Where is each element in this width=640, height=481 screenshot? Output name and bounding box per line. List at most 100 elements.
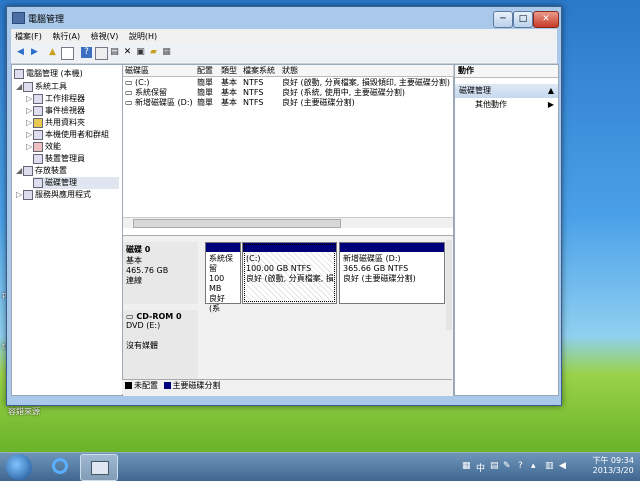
- menu-file[interactable]: 檔案(F): [11, 29, 46, 44]
- keyboard-icon[interactable]: ▤: [490, 461, 499, 471]
- volume-list: 磁碟區 配置 類型 檔案系統 狀態 ▭ (C:) 簡單 基本 NTFS 良好 (…: [123, 65, 454, 217]
- clock[interactable]: 下午 09:34 2013/3/20: [592, 456, 634, 476]
- close-button[interactable]: ✕: [533, 11, 559, 28]
- start-button[interactable]: [6, 454, 32, 480]
- drive-icon: ▭: [125, 78, 133, 87]
- open-icon[interactable]: ▣: [135, 47, 146, 58]
- vertical-scrollbar[interactable]: [446, 240, 452, 330]
- maximize-button[interactable]: □: [513, 11, 533, 28]
- help-tray-icon[interactable]: ?: [518, 461, 523, 471]
- tree-item-local-users[interactable]: ▷ 本機使用者和群組: [26, 129, 109, 141]
- action-more-actions[interactable]: 其他動作 ▶: [455, 98, 558, 112]
- disk-management-pane: 磁碟區 配置 類型 檔案系統 狀態 ▭ (C:) 簡單 基本 NTFS 良好 (…: [122, 64, 454, 396]
- computer-icon: [14, 68, 24, 79]
- horizontal-scrollbar[interactable]: [123, 217, 453, 228]
- tree-item-task-scheduler[interactable]: ▷ 工作排程器: [26, 93, 85, 105]
- tree-item-event-viewer[interactable]: ▷ 事件檢視器: [26, 105, 85, 117]
- folder-icon: [33, 117, 43, 128]
- cdrom-0-status: 沒有媒體: [126, 341, 158, 350]
- partition-c[interactable]: (C:) 100.00 GB NTFS 良好 (啟動, 分頁檔案, 損: [242, 242, 337, 304]
- tree-item-shared-folders[interactable]: ▷ 共用資料夾: [26, 117, 85, 129]
- partition-system-reserved[interactable]: 系統保留 100 MB 良好 (系: [205, 242, 241, 313]
- cdrom-0-type: DVD (E:): [126, 321, 161, 330]
- device-manager-icon: [33, 153, 43, 164]
- column-header-volume[interactable]: 磁碟區: [123, 65, 196, 77]
- menu-view[interactable]: 檢視(V): [87, 29, 123, 44]
- properties-icon[interactable]: [95, 47, 108, 60]
- window-title: 電腦管理: [28, 15, 65, 25]
- users-icon: [33, 129, 43, 140]
- disk-graphical-view: 磁碟 0 基本 465.76 GB 連線 系統保留 100 MB 良好 (系 (…: [123, 235, 453, 396]
- partition-d[interactable]: 新增磁碟區 (D:) 365.66 GB NTFS 良好 (主要磁碟分割): [339, 242, 445, 304]
- actions-section-disk-management[interactable]: 磁碟管理 ▲: [455, 84, 558, 98]
- title-bar[interactable]: 電腦管理 ─ □ ✕: [7, 7, 561, 29]
- expand-arrow-icon[interactable]: ▷: [26, 142, 33, 151]
- legend-unallocated: 未配置: [134, 381, 158, 390]
- ime-indicator[interactable]: 中: [476, 461, 485, 474]
- tree-item-storage[interactable]: ◢ 存放裝置: [16, 165, 67, 177]
- legend: 未配置 主要磁碟分割: [122, 379, 452, 394]
- export-icon[interactable]: ▰: [148, 47, 159, 58]
- expand-arrow-icon[interactable]: ▷: [26, 94, 33, 103]
- help-icon[interactable]: ?: [81, 47, 92, 58]
- table-row[interactable]: ▭ 新增磁碟區 (D:) 簡單 基本 NTFS 良好 (主要磁碟分割): [123, 98, 453, 108]
- minimize-button[interactable]: ─: [493, 11, 513, 28]
- drive-icon: ▭: [125, 88, 133, 97]
- primary-partition-bar: [206, 243, 240, 252]
- computer-management-taskbar-icon[interactable]: [80, 454, 118, 481]
- desktop-label: 容錯來源: [8, 407, 40, 416]
- volume-icon[interactable]: ◀: [559, 461, 566, 471]
- tree-item-device-manager[interactable]: 裝置管理員: [33, 153, 85, 165]
- legend-swatch-unallocated: [125, 382, 132, 389]
- disk-0-status: 連線: [126, 276, 142, 285]
- language-icon[interactable]: ▦: [462, 461, 471, 471]
- connect-icon[interactable]: ▤: [109, 47, 120, 58]
- ime-settings-icon[interactable]: ✎: [503, 461, 511, 471]
- collapse-up-icon[interactable]: ▲: [548, 84, 554, 98]
- network-icon[interactable]: ▥: [545, 461, 554, 471]
- tools-icon: [23, 81, 33, 92]
- event-viewer-icon: [33, 105, 43, 116]
- column-header-status[interactable]: 狀態: [280, 65, 454, 77]
- table-row[interactable]: ▭ (C:) 簡單 基本 NTFS 良好 (啟動, 分頁檔案, 損毀傾印, 主要…: [123, 78, 453, 88]
- forward-icon[interactable]: ▶: [29, 47, 40, 58]
- column-header-type[interactable]: 類型: [219, 65, 242, 77]
- show-hide-tree-icon[interactable]: [61, 47, 74, 60]
- submenu-arrow-icon: ▶: [547, 100, 554, 109]
- delete-icon[interactable]: ✕: [122, 47, 133, 58]
- settings-icon[interactable]: ▦: [161, 47, 172, 58]
- computer-management-window: 電腦管理 ─ □ ✕ 檔案(F) 執行(A) 檢視(V) 說明(H) ◀ ▶ ▲…: [6, 6, 562, 406]
- clock-time: 下午 09:34: [592, 456, 634, 465]
- internet-explorer-icon[interactable]: [42, 454, 78, 479]
- scrollbar-thumb[interactable]: [133, 219, 341, 228]
- menu-help[interactable]: 說明(H): [125, 29, 161, 44]
- expand-arrow-icon[interactable]: ▷: [26, 118, 33, 127]
- tree-item-disk-management[interactable]: 磁碟管理: [33, 177, 119, 189]
- disk-management-icon: [33, 177, 43, 188]
- disk-0-info[interactable]: 磁碟 0 基本 465.76 GB 連線: [123, 242, 198, 304]
- table-row[interactable]: ▭ 系統保留 簡單 基本 NTFS 良好 (系統, 使用中, 主要磁碟分割): [123, 88, 453, 98]
- cdrom-icon: ▭: [126, 312, 137, 321]
- collapse-arrow-icon[interactable]: ◢: [16, 166, 23, 175]
- tree-item-system-tools[interactable]: ◢ 系統工具: [16, 81, 67, 93]
- back-icon[interactable]: ◀: [15, 47, 26, 58]
- tree-item-services-apps[interactable]: ▷ 服務與應用程式: [16, 189, 91, 201]
- tree-item-computer-management[interactable]: 電腦管理 (本機): [14, 68, 83, 80]
- column-header-filesystem[interactable]: 檔案系統: [241, 65, 281, 77]
- up-icon[interactable]: ▲: [47, 47, 58, 58]
- services-icon: [23, 189, 33, 200]
- disk-0-type: 基本: [126, 256, 142, 265]
- column-header-layout[interactable]: 配置: [195, 65, 220, 77]
- expand-arrow-icon[interactable]: ▷: [16, 190, 23, 199]
- collapse-arrow-icon[interactable]: ◢: [16, 82, 23, 91]
- navigation-tree: 電腦管理 (本機) ◢ 系統工具 ▷ 工作排程器 ▷ 事件檢視器 ▷ 共用資料夾 ▷ 本機…: [11, 64, 123, 396]
- legend-primary: 主要磁碟分割: [172, 381, 221, 390]
- cdrom-0-name: CD-ROM 0: [136, 312, 182, 321]
- expand-arrow-icon[interactable]: ▷: [26, 106, 33, 115]
- disk-0-name: 磁碟 0: [126, 245, 151, 254]
- tree-item-performance[interactable]: ▷ 效能: [26, 141, 61, 153]
- cdrom-0-info[interactable]: ▭ CD-ROM 0 DVD (E:) 沒有媒體: [123, 310, 198, 382]
- expand-arrow-icon[interactable]: ▷: [26, 130, 33, 139]
- hidden-icons-icon[interactable]: ▴: [531, 461, 536, 471]
- menu-action[interactable]: 執行(A): [48, 29, 84, 44]
